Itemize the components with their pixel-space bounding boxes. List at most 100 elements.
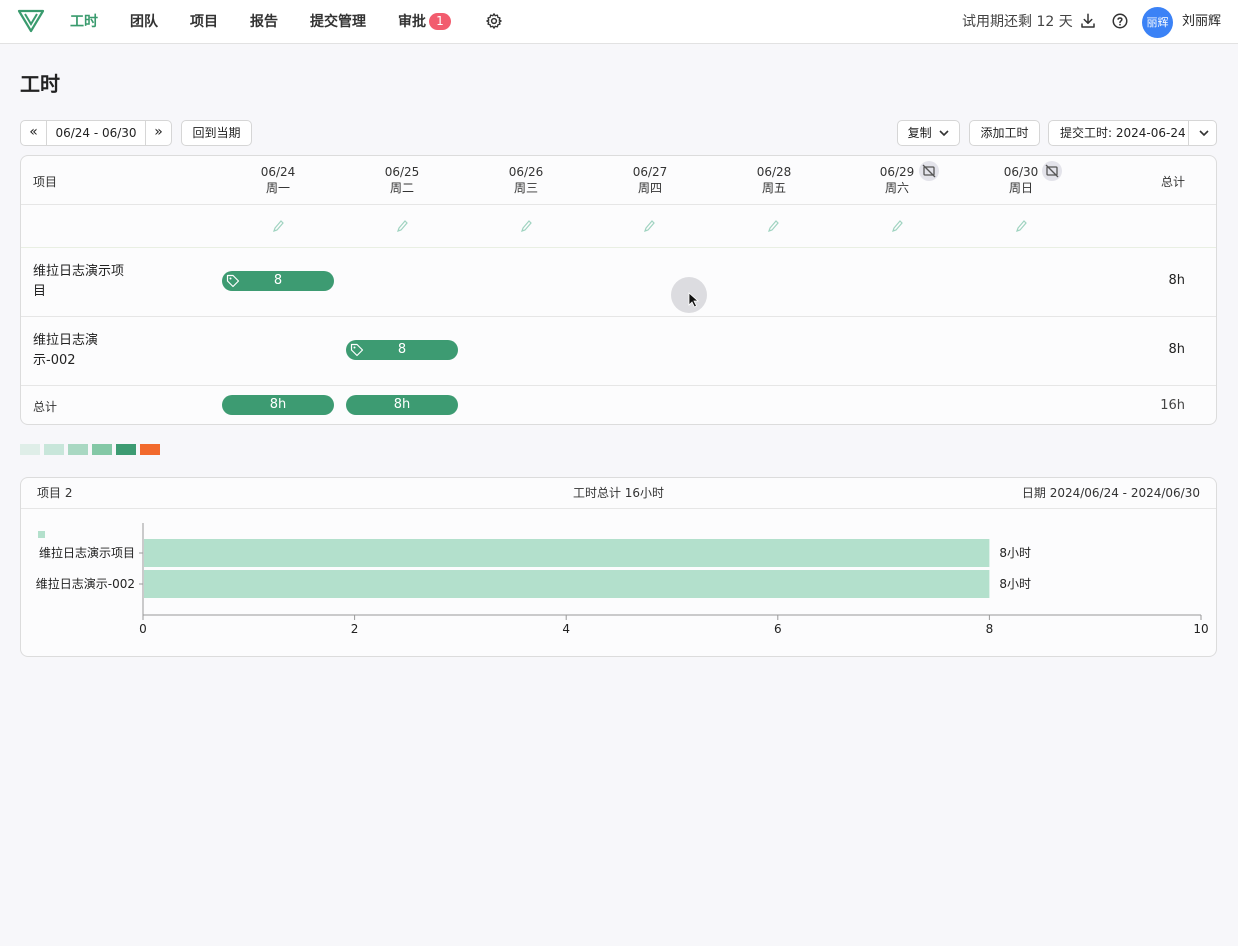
cursor-icon xyxy=(688,292,700,308)
legend-swatch xyxy=(20,444,40,455)
time-entry-value: 8 xyxy=(273,273,283,288)
help-icon[interactable] xyxy=(1111,12,1129,30)
edit-day-icon[interactable] xyxy=(396,219,408,233)
hidden-day-icon[interactable] xyxy=(1042,161,1062,181)
hours-bar-chart: 维拉日志演示项目 8小时维拉日志演示-002 8小时0 2 4 6 8 10 xyxy=(36,523,1209,636)
back-to-current-button[interactable]: 回到当期 xyxy=(181,120,252,146)
add-time-button[interactable]: 添加工时 xyxy=(969,120,1040,146)
copy-dropdown-button[interactable]: 复制 xyxy=(897,120,960,146)
day-weekday: 周四 xyxy=(637,181,662,195)
trial-remaining-text: 试用期还剩 12 天 xyxy=(962,14,1073,30)
chevron-down-icon[interactable] xyxy=(1199,129,1209,137)
time-entry-pill[interactable]: 8 xyxy=(346,340,458,360)
time-entry-value: 8 xyxy=(397,342,407,357)
day-date: 06/27 xyxy=(632,165,668,179)
day-weekday: 周日 xyxy=(1008,181,1033,195)
project-name-line: 目 xyxy=(33,284,47,299)
app-logo-icon[interactable] xyxy=(17,8,45,34)
legend-swatch xyxy=(116,444,136,455)
legend-swatch xyxy=(140,444,160,455)
nav-item-team[interactable]: 团队 xyxy=(130,0,158,44)
total-column-header: 总计 xyxy=(1161,175,1186,189)
gear-icon[interactable] xyxy=(485,12,503,30)
top-nav: 工时 团队 项目 报告 提交管理 审批 1 试用期还剩 12 天 丽辉 刘丽辉 xyxy=(0,0,1238,44)
day-total-pill: 8h xyxy=(346,395,458,415)
row-total: 8h xyxy=(1168,342,1185,357)
chevron-down-icon xyxy=(939,130,949,137)
day-weekday: 周六 xyxy=(884,181,909,195)
copy-label: 复制 xyxy=(907,126,932,140)
x-tick-label: 10 xyxy=(1193,622,1208,636)
submit-time-button[interactable]: 提交工时: 2024-06-24 xyxy=(1048,120,1217,146)
avatar[interactable]: 丽辉 xyxy=(1142,7,1173,38)
legend-swatch xyxy=(68,444,88,455)
nav-item-approvals[interactable]: 审批 1 xyxy=(398,0,451,44)
project-row-name[interactable]: 维拉日志演示项目 xyxy=(33,262,143,302)
x-tick-label: 2 xyxy=(351,622,359,636)
next-week-icon[interactable]: » xyxy=(145,121,171,145)
project-name-line: 维拉日志演 xyxy=(33,333,99,348)
y-tick-label: 维拉日志演示项目 xyxy=(39,545,135,560)
bar-value-label: 8小时 xyxy=(999,546,1031,560)
x-tick-label: 4 xyxy=(562,622,570,636)
day-weekday: 周三 xyxy=(513,181,538,195)
tag-icon xyxy=(226,274,240,288)
edit-day-icon[interactable] xyxy=(1015,219,1027,233)
day-header: 06/28 周五 xyxy=(734,164,814,196)
day-weekday: 周二 xyxy=(389,181,414,195)
project-name-line: 维拉日志演示项 xyxy=(33,264,125,279)
hidden-day-icon[interactable] xyxy=(919,161,939,181)
bar-value-label: 8小时 xyxy=(999,577,1031,591)
timesheet-grid: 项目 06/24 周一 06/25 周二 06/26 周三 06/27 周四 06/28… xyxy=(20,155,1217,425)
submit-time-label: 提交工时: 2024-06-24 xyxy=(1060,126,1186,140)
day-date: 06/25 xyxy=(384,165,420,179)
edit-day-icon[interactable] xyxy=(520,219,532,233)
totals-label: 总计 xyxy=(33,400,58,414)
project-column-header: 项目 xyxy=(33,175,58,189)
edit-day-icon[interactable] xyxy=(643,219,655,233)
project-row-name[interactable]: 维拉日志演示-002 xyxy=(33,331,143,371)
week-range-label[interactable]: 06/24 - 06/30 xyxy=(47,121,145,145)
edit-day-icon[interactable] xyxy=(272,219,284,233)
x-tick-label: 6 xyxy=(774,622,782,636)
nav-item-approvals-label: 审批 xyxy=(398,14,426,30)
legend-swatch xyxy=(44,444,64,455)
nav-item-reports[interactable]: 报告 xyxy=(250,0,278,44)
day-date: 06/24 xyxy=(260,165,296,179)
project-name-line: 示-002 xyxy=(33,353,76,368)
day-header: 06/25 周二 xyxy=(362,164,442,196)
tag-icon xyxy=(350,343,364,357)
day-date: 06/26 xyxy=(508,165,544,179)
row-total: 8h xyxy=(1168,273,1185,288)
x-tick-label: 0 xyxy=(139,622,147,636)
mouse-cursor-highlight xyxy=(671,277,707,313)
day-date: 06/28 xyxy=(756,165,792,179)
nav-item-timesheet[interactable]: 工时 xyxy=(70,0,98,44)
approvals-count-badge: 1 xyxy=(429,13,451,30)
summary-date-range: 日期 2024/06/24 - 2024/06/30 xyxy=(1021,486,1200,500)
nav-item-submissions[interactable]: 提交管理 xyxy=(310,0,366,44)
download-icon[interactable] xyxy=(1079,12,1097,30)
user-name[interactable]: 刘丽辉 xyxy=(1182,0,1221,44)
chart-bar xyxy=(144,570,990,598)
summary-panel: 项目 2 工时总计 16小时 日期 2024/06/24 - 2024/06/3… xyxy=(20,477,1217,657)
edit-day-icon[interactable] xyxy=(891,219,903,233)
nav-item-projects[interactable]: 项目 xyxy=(190,0,218,44)
page-title: 工时 xyxy=(20,72,60,96)
grand-total: 16h xyxy=(1160,398,1185,413)
legend-swatch xyxy=(92,444,112,455)
previous-week-icon[interactable]: « xyxy=(21,121,47,145)
day-header: 06/27 周四 xyxy=(610,164,690,196)
legend-marker xyxy=(38,531,45,538)
day-header: 06/24 周一 xyxy=(238,164,318,196)
day-weekday: 周五 xyxy=(761,181,786,195)
day-total-pill: 8h xyxy=(222,395,334,415)
x-tick-label: 8 xyxy=(986,622,994,636)
y-tick-label: 维拉日志演示-002 xyxy=(36,576,135,591)
week-navigator: « 06/24 - 06/30 » xyxy=(20,120,172,146)
time-entry-pill[interactable]: 8 xyxy=(222,271,334,291)
edit-day-icon[interactable] xyxy=(767,219,779,233)
day-header: 06/26 周三 xyxy=(486,164,566,196)
chart-bar xyxy=(144,539,990,567)
day-weekday: 周一 xyxy=(265,181,290,195)
